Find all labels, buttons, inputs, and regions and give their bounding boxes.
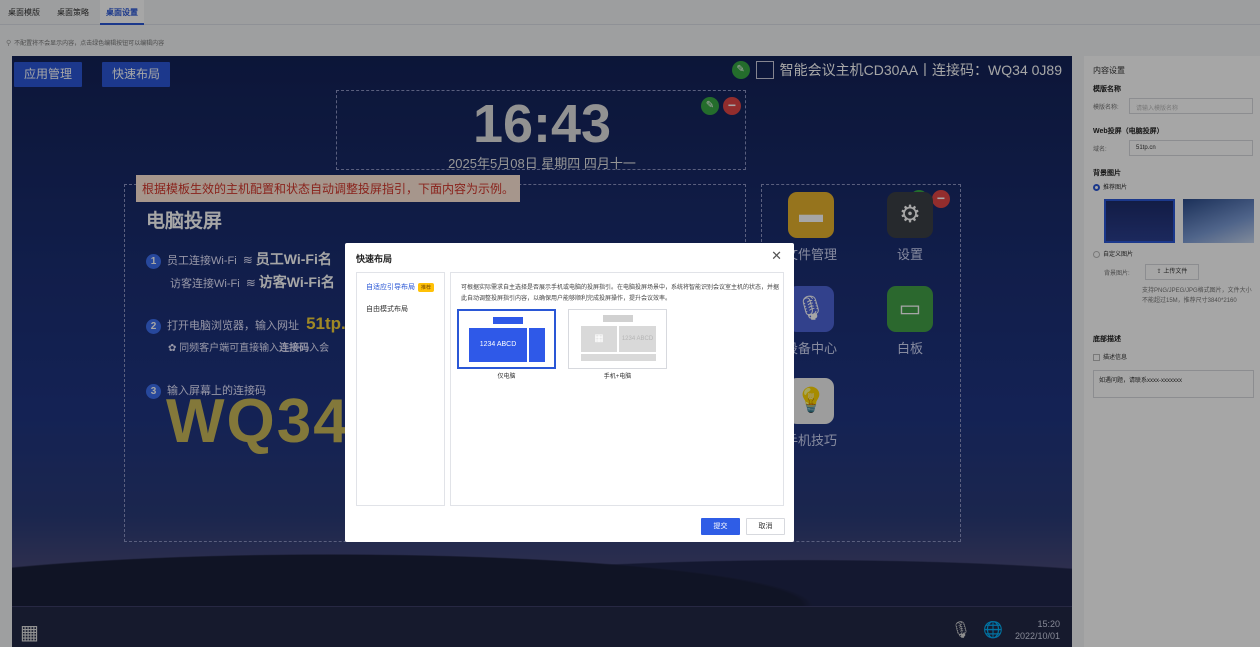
option-phone-pc-label: 手机+电脑 [603, 374, 632, 380]
preview-side-block [529, 328, 545, 362]
recommended-badge: 推荐 [418, 282, 435, 292]
preview-footer-block [581, 354, 656, 361]
preview-header-block [603, 315, 633, 322]
option-phone-pc[interactable]: ▦ 1234 ABCD [568, 309, 667, 369]
close-icon[interactable]: ✕ [771, 248, 782, 264]
dialog-title: 快速布局 [356, 254, 393, 264]
cancel-button[interactable]: 取消 [746, 518, 785, 535]
menu-adaptive-layout[interactable]: 自适应引导布局 推荐 [366, 282, 435, 292]
preview-code-block: 1234 ABCD [469, 328, 527, 362]
qr-code-icon: ▦ [581, 326, 617, 352]
menu-free-layout[interactable]: 自由模式布局 [366, 304, 408, 314]
quick-layout-dialog: 快速布局 ✕ 自适应引导布局 推荐 自由模式布局 可根据实际需求自主选择是否展示手… [345, 243, 794, 542]
preview-header-block [493, 317, 523, 324]
layout-menu: 自适应引导布局 推荐 自由模式布局 [356, 272, 445, 506]
submit-button[interactable]: 提交 [701, 518, 740, 535]
preview-code-block: 1234 ABCD [619, 326, 656, 352]
option-pc-only[interactable]: 1234 ABCD [457, 309, 556, 369]
layout-options: 可根据实际需求自主选择是否展示手机或电脑的投屏指引。在电脑投屏场景中，系统将智能… [450, 272, 784, 506]
layout-description: 可根据实际需求自主选择是否展示手机或电脑的投屏指引。在电脑投屏场景中，系统将智能… [461, 285, 780, 302]
option-pc-only-label: 仅电脑 [497, 374, 516, 380]
